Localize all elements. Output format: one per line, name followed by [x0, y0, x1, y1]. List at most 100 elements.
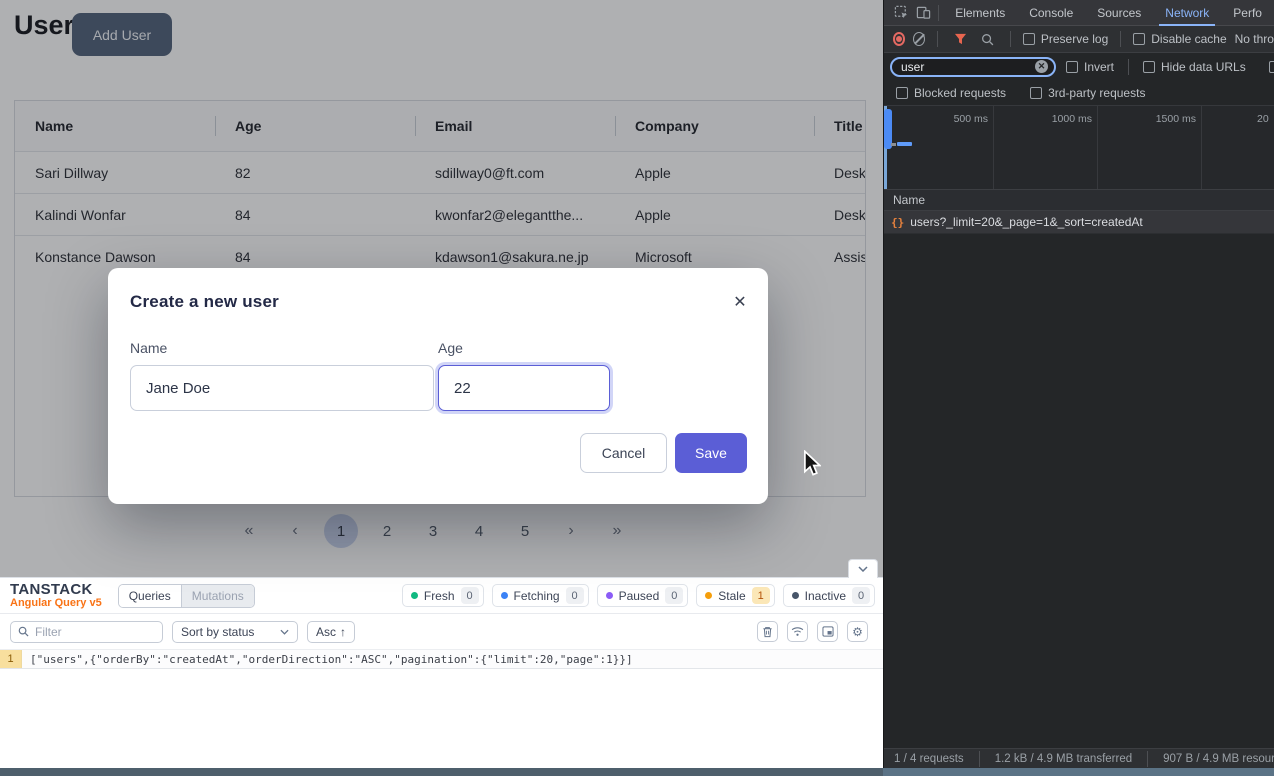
trash-icon: [762, 626, 773, 638]
window-bottom-edge: [0, 768, 883, 776]
requests-empty-area: [884, 234, 1274, 748]
device-toolbar-icon[interactable]: [913, 1, 935, 25]
age-field[interactable]: [438, 365, 610, 411]
clear-filter-icon[interactable]: ✕: [1035, 60, 1048, 73]
picture-in-picture-icon: [822, 626, 834, 637]
record-icon[interactable]: [893, 32, 905, 46]
tanstack-header: TANSTACK Angular Query v5 Queries Mutati…: [0, 578, 883, 614]
search-icon: [18, 626, 29, 637]
close-icon[interactable]: ✕: [729, 292, 751, 314]
disable-cache-label: Disable cache: [1151, 32, 1226, 46]
badge-count: 0: [665, 587, 683, 604]
search-icon[interactable]: [978, 27, 998, 51]
network-overview-timeline[interactable]: 500 ms 1000 ms 1500 ms 20: [884, 105, 1274, 190]
tanstack-toolbar: Sort by status Asc ↑: [0, 614, 883, 649]
request-row[interactable]: {} users?_limit=20&_page=1&_sort=created…: [884, 211, 1274, 234]
resources-size: 907 B / 4.9 MB resour: [1163, 753, 1274, 765]
clipped-checkbox[interactable]: [1269, 61, 1274, 73]
badge-fetching[interactable]: Fetching 0: [492, 584, 589, 607]
third-party-requests-checkbox[interactable]: 3rd-party requests: [1030, 86, 1145, 100]
badge-inactive[interactable]: Inactive 0: [783, 584, 875, 607]
tab-mutations[interactable]: Mutations: [182, 585, 254, 607]
divider: [1147, 751, 1148, 767]
network-filter-row: ✕ Invert Hide data URLs: [884, 53, 1274, 80]
tab-network[interactable]: Network: [1153, 0, 1221, 26]
app-pane: Users Add User Name Age Email Company Ti…: [0, 0, 883, 776]
name-column-label: Name: [893, 193, 925, 207]
network-status-bar: 1 / 4 requests 1.2 kB / 4.9 MB transferr…: [884, 748, 1274, 768]
badge-label: Stale: [718, 589, 745, 603]
gear-icon: ⚙: [852, 625, 863, 639]
network-toolbar: Preserve log Disable cache No thro: [884, 26, 1274, 53]
modal-title: Create a new user: [130, 292, 279, 312]
sort-direction-button[interactable]: Asc ↑: [307, 621, 355, 643]
preserve-log-checkbox[interactable]: Preserve log: [1023, 32, 1108, 46]
settings-button[interactable]: ⚙: [847, 621, 868, 642]
clear-icon[interactable]: [913, 32, 925, 46]
tick-label: 500 ms: [928, 113, 988, 125]
query-observer-count: 1: [0, 650, 22, 668]
tab-sources[interactable]: Sources: [1085, 0, 1153, 26]
requests-count: 1 / 4 requests: [894, 753, 964, 765]
query-list-item[interactable]: 1 ["users",{"orderBy":"createdAt","order…: [0, 649, 883, 669]
tick-label: 1500 ms: [1133, 113, 1196, 125]
gridline: [1201, 106, 1202, 189]
name-field[interactable]: [130, 365, 434, 411]
inspect-element-icon[interactable]: [891, 1, 913, 25]
tab-console[interactable]: Console: [1017, 0, 1085, 26]
gridline: [1097, 106, 1098, 189]
filter-funnel-icon[interactable]: [950, 27, 970, 51]
checkbox-icon: [1066, 61, 1078, 73]
clear-cache-button[interactable]: [757, 621, 778, 642]
preserve-log-label: Preserve log: [1041, 32, 1108, 46]
tab-elements[interactable]: Elements: [943, 0, 1017, 26]
chevron-down-icon: [280, 629, 289, 635]
badge-paused[interactable]: Paused 0: [597, 584, 689, 607]
save-button[interactable]: Save: [675, 433, 747, 473]
create-user-modal: Create a new user ✕ Name Age Cancel Save: [108, 268, 768, 504]
pip-window-button[interactable]: [817, 621, 838, 642]
divider: [1128, 59, 1129, 75]
network-filter-input[interactable]: [901, 60, 1031, 74]
tanstack-logo-title: TANSTACK: [10, 582, 102, 598]
chevron-down-icon: [858, 566, 868, 572]
badge-label: Fetching: [514, 589, 560, 603]
third-party-requests-label: 3rd-party requests: [1048, 86, 1145, 100]
query-filter-input[interactable]: [35, 625, 155, 639]
checkbox-icon: [1133, 33, 1145, 45]
throttling-select[interactable]: No thro: [1235, 32, 1274, 46]
devtools-collapse-button[interactable]: [848, 559, 878, 578]
screen: Users Add User Name Age Email Company Ti…: [0, 0, 1274, 776]
requests-column-header[interactable]: Name: [884, 190, 1274, 211]
stale-dot-icon: [705, 592, 712, 599]
blocked-requests-checkbox[interactable]: Blocked requests: [896, 86, 1006, 100]
badge-count: 1: [752, 587, 770, 604]
checkbox-icon: [1269, 61, 1274, 73]
checkbox-icon: [1143, 61, 1155, 73]
hide-data-urls-checkbox[interactable]: Hide data URLs: [1143, 60, 1246, 74]
offline-toggle-button[interactable]: [787, 621, 808, 642]
badge-stale[interactable]: Stale 1: [696, 584, 774, 607]
invert-label: Invert: [1084, 60, 1114, 74]
badge-count: 0: [566, 587, 584, 604]
divider: [1120, 31, 1121, 47]
inactive-dot-icon: [792, 592, 799, 599]
sort-by-select[interactable]: Sort by status: [172, 621, 298, 643]
divider: [938, 5, 939, 21]
badge-label: Paused: [619, 589, 660, 603]
tab-performance[interactable]: Perfo: [1221, 0, 1274, 26]
invert-checkbox[interactable]: Invert: [1066, 60, 1114, 74]
badge-fresh[interactable]: Fresh 0: [402, 584, 484, 607]
arrow-up-icon: ↑: [340, 625, 346, 639]
checkbox-icon: [1023, 33, 1035, 45]
request-name: users?_limit=20&_page=1&_sort=createdAt: [910, 215, 1142, 229]
disable-cache-checkbox[interactable]: Disable cache: [1133, 32, 1226, 46]
wifi-icon: [791, 626, 804, 637]
query-key: ["users",{"orderBy":"createdAt","orderDi…: [22, 650, 633, 668]
cancel-button[interactable]: Cancel: [580, 433, 667, 473]
name-field-label: Name: [130, 340, 167, 356]
tab-queries[interactable]: Queries: [119, 585, 182, 607]
badge-count: 0: [852, 587, 870, 604]
badge-label: Fresh: [424, 589, 455, 603]
tanstack-icon-buttons: ⚙: [757, 621, 868, 642]
